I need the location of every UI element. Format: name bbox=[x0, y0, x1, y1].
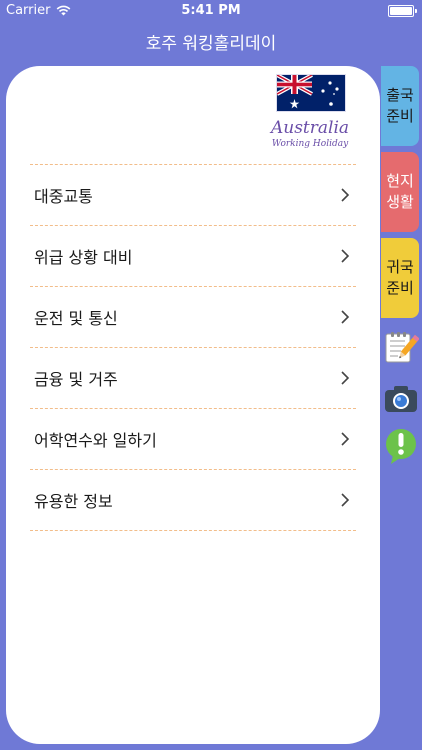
menu-item-public-transport[interactable]: 대중교통 bbox=[30, 165, 356, 226]
status-time: 5:41 PM bbox=[181, 3, 241, 18]
app-logo: Australia Working Holiday bbox=[268, 74, 352, 149]
tab-label-line2: 준비 bbox=[386, 279, 414, 297]
tab-label-line1: 귀국 bbox=[386, 258, 414, 276]
menu-item-language-work[interactable]: 어학연수와 일하기 bbox=[30, 409, 356, 470]
camera-icon[interactable] bbox=[383, 381, 419, 417]
menu-item-label: 운전 및 통신 bbox=[34, 309, 118, 328]
tab-return-prep[interactable]: 귀국 준비 bbox=[381, 238, 419, 318]
battery-icon bbox=[388, 5, 417, 17]
menu-item-label: 금융 및 거주 bbox=[34, 370, 118, 389]
menu-item-emergency[interactable]: 위급 상황 대비 bbox=[30, 226, 356, 287]
menu-item-label: 어학연수와 일하기 bbox=[34, 431, 157, 450]
chevron-right-icon bbox=[341, 249, 350, 263]
tab-label: 귀국 준비 bbox=[386, 257, 414, 299]
chevron-right-icon bbox=[341, 310, 350, 324]
australia-flag-icon bbox=[276, 74, 346, 112]
chevron-right-icon bbox=[341, 493, 350, 507]
menu-list: 대중교통 위급 상황 대비 운전 및 통신 금융 및 거주 어학연수와 일하기 … bbox=[30, 164, 356, 531]
logo-line1: Australia bbox=[270, 118, 350, 138]
menu-item-label: 위급 상황 대비 bbox=[34, 248, 133, 267]
memo-pencil-icon[interactable] bbox=[383, 329, 419, 365]
chevron-right-icon bbox=[341, 371, 350, 385]
tab-label-line1: 현지 bbox=[386, 172, 414, 190]
exclamation-bubble-icon[interactable] bbox=[383, 428, 419, 466]
chevron-right-icon bbox=[341, 188, 350, 202]
menu-item-useful-info[interactable]: 유용한 정보 bbox=[30, 470, 356, 531]
logo-line2: Working Holiday bbox=[271, 139, 349, 149]
menu-item-label: 대중교통 bbox=[34, 187, 93, 206]
tab-local-life[interactable]: 현지 생활 bbox=[381, 152, 419, 232]
tab-departure-prep[interactable]: 출국 준비 bbox=[381, 66, 419, 146]
menu-item-label: 유용한 정보 bbox=[34, 492, 113, 511]
status-bar: Carrier 5:41 PM bbox=[0, 0, 422, 22]
chevron-right-icon bbox=[341, 432, 350, 446]
content-card: Australia Working Holiday 대중교통 위급 상황 대비 … bbox=[6, 66, 380, 744]
menu-item-finance-housing[interactable]: 금융 및 거주 bbox=[30, 348, 356, 409]
tab-label-line2: 준비 bbox=[386, 107, 414, 125]
tab-label-line2: 생활 bbox=[386, 193, 414, 211]
menu-item-driving-telecom[interactable]: 운전 및 통신 bbox=[30, 287, 356, 348]
tab-label-line1: 출국 bbox=[386, 86, 414, 104]
page-title: 호주 워킹홀리데이 bbox=[145, 34, 277, 54]
tab-label: 현지 생활 bbox=[386, 171, 414, 213]
tab-label: 출국 준비 bbox=[386, 85, 414, 127]
